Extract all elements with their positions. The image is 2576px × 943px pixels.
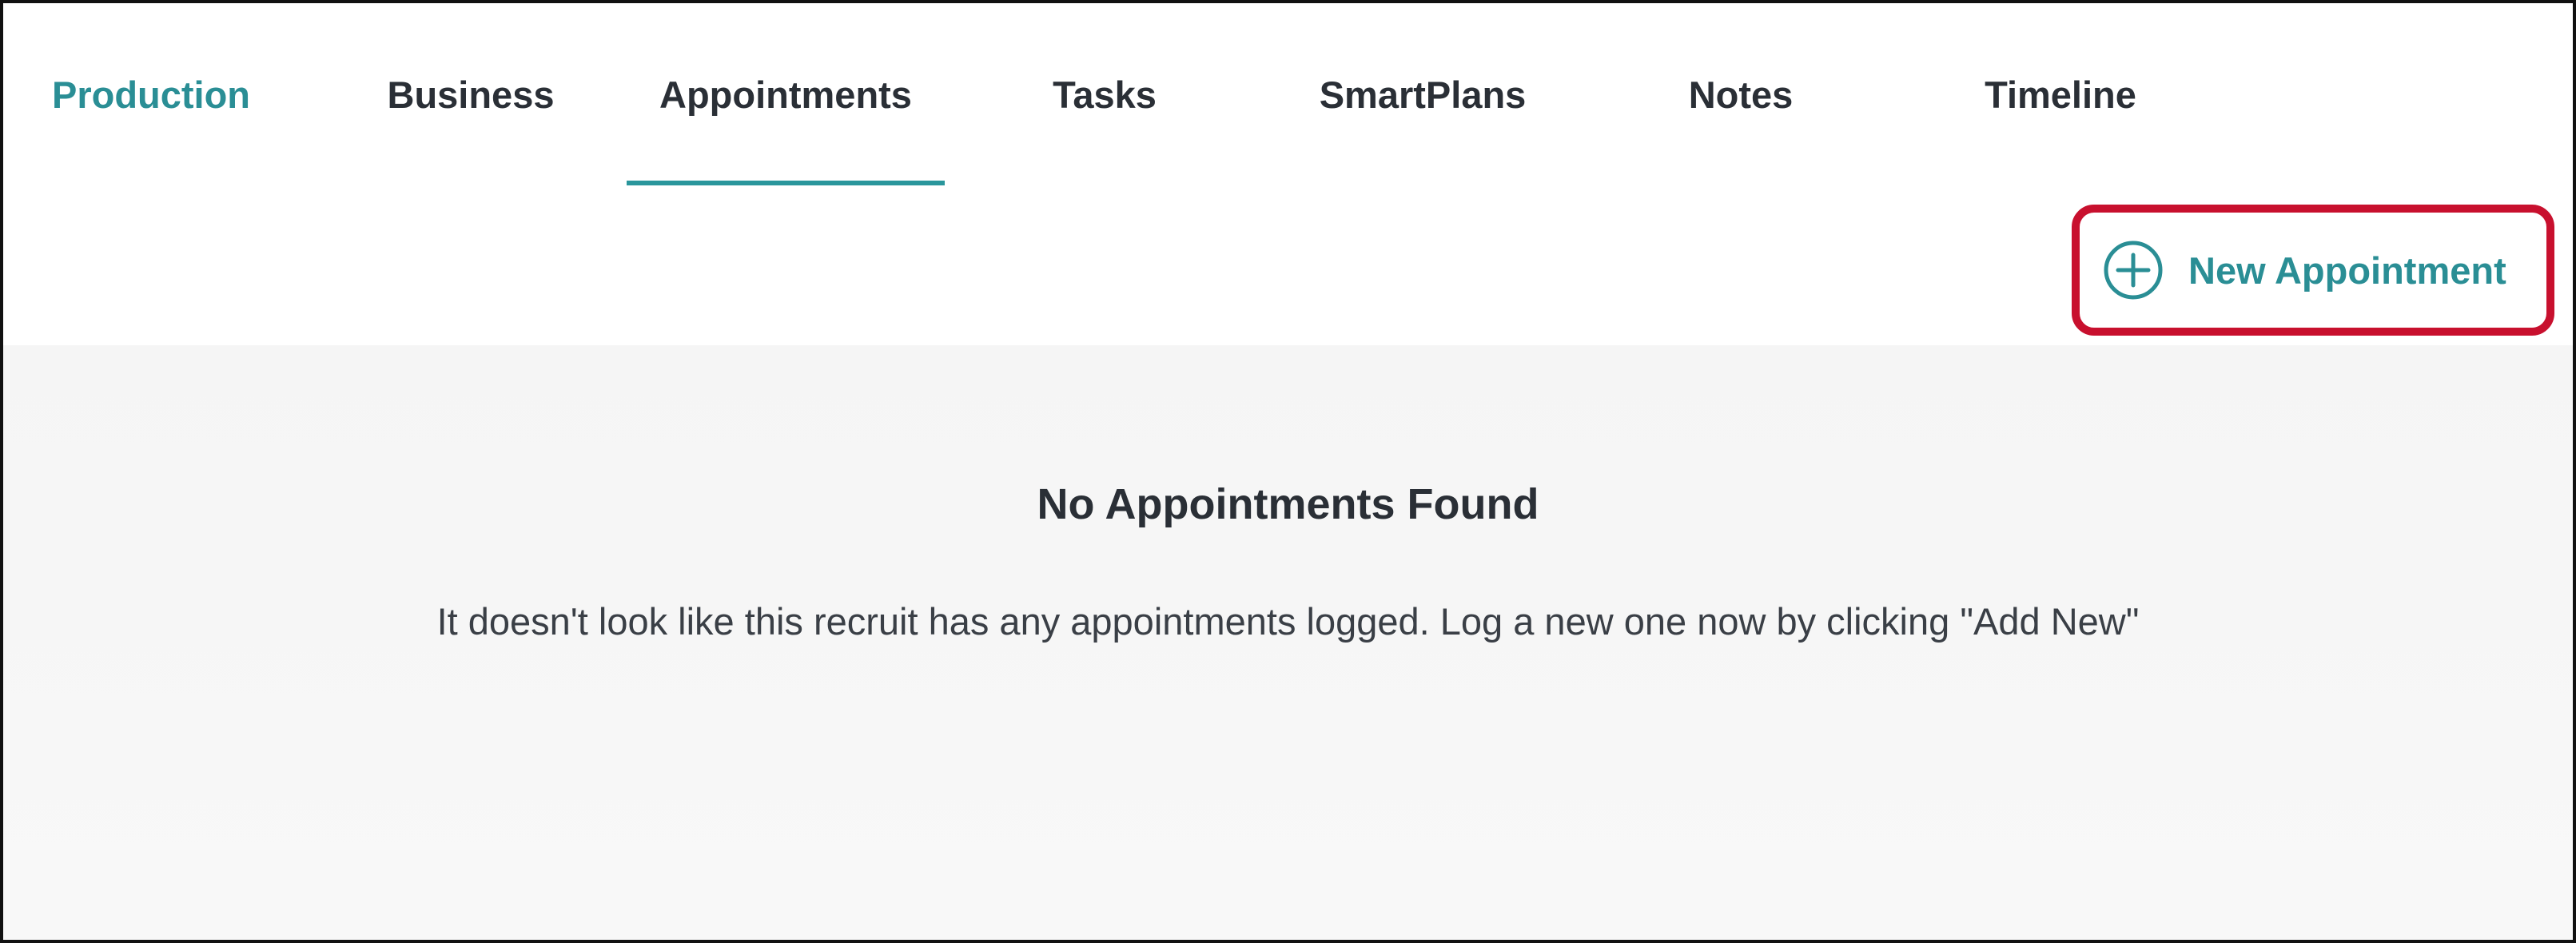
appointments-panel: Production Business Appointments Tasks S… [0,0,2576,943]
plus-circle-icon [2104,241,2163,300]
tab-notes[interactable]: Notes [1621,3,1861,185]
tab-bar: Production Business Appointments Tasks S… [3,3,2573,185]
action-row: New Appointment [3,185,2573,345]
new-appointment-button[interactable]: New Appointment [2072,205,2554,336]
tab-appointments[interactable]: Appointments [627,3,945,185]
tab-timeline[interactable]: Timeline [1925,3,2196,185]
empty-state: No Appointments Found It doesn't look li… [3,345,2573,940]
tab-business[interactable]: Business [339,3,603,185]
empty-state-title: No Appointments Found [1037,480,1539,528]
new-appointment-label: New Appointment [2188,249,2506,292]
tab-tasks[interactable]: Tasks [985,3,1224,185]
tab-smartplans[interactable]: SmartPlans [1272,3,1573,185]
empty-state-message: It doesn't look like this recruit has an… [436,600,2140,643]
tab-production[interactable]: Production [19,3,283,185]
